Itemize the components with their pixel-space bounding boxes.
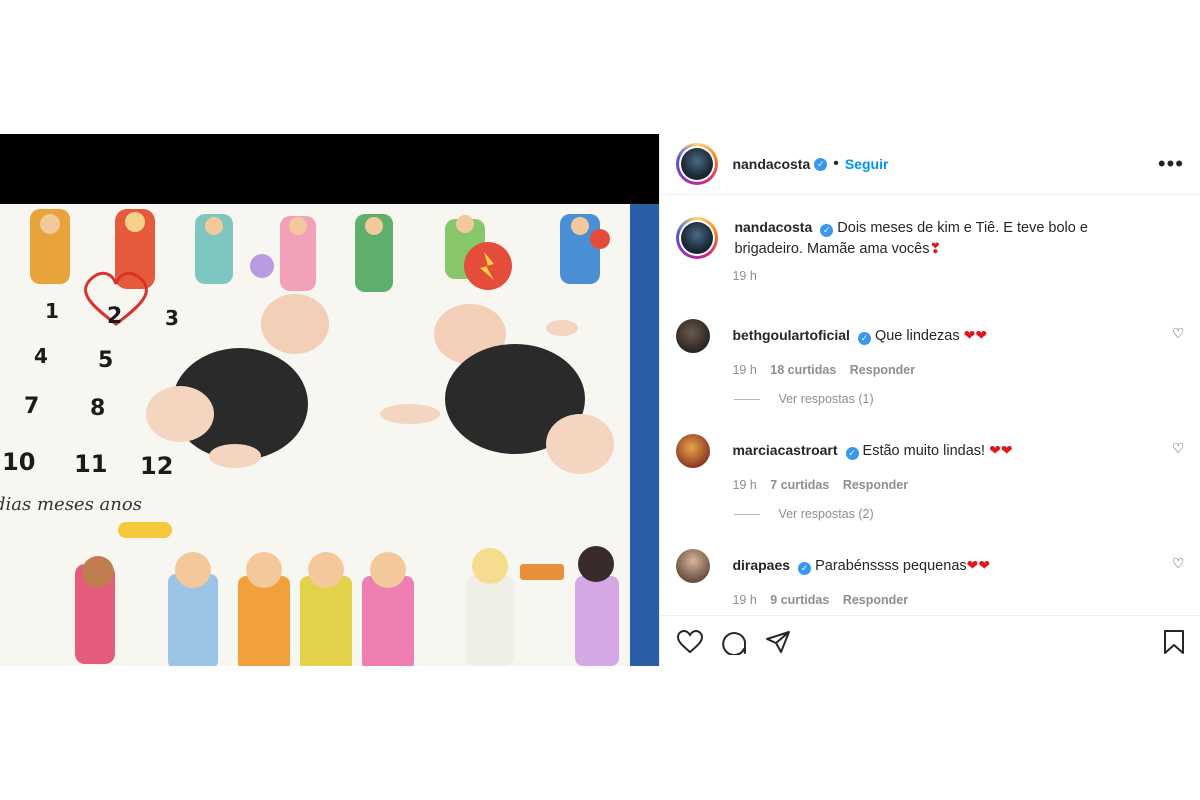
comment-username[interactable]: bethgoulartoficial	[732, 327, 849, 343]
follow-button[interactable]: Seguir	[845, 156, 889, 172]
replies-line	[734, 513, 761, 515]
author-username[interactable]: nandacosta	[732, 156, 810, 172]
photo-number: 2	[107, 304, 123, 329]
photo-number: 4	[34, 344, 48, 368]
author-avatar[interactable]	[676, 143, 719, 185]
verified-icon: ✓	[857, 332, 871, 345]
comment-item: bethgoulartoficial ✓ Que lindezas ❤❤ ♡ 19…	[676, 319, 1184, 377]
photo-number: 3	[165, 306, 179, 330]
caption-emoji: ❣	[929, 240, 942, 256]
comment-likes[interactable]: 18 curtidas	[770, 363, 836, 377]
comment-text: Parabénssss pequenas	[815, 558, 967, 574]
comment-likes[interactable]: 7 curtidas	[770, 478, 829, 492]
comment-likes[interactable]: 9 curtidas	[770, 593, 829, 607]
photo-number: 1	[45, 299, 59, 323]
view-replies-label: Ver respostas (1)	[778, 392, 874, 406]
comment-like-icon[interactable]: ♡	[1172, 325, 1185, 342]
comment-meta: 19 h 9 curtidas Responder	[732, 593, 1184, 607]
comment-time[interactable]: 19 h	[732, 363, 756, 377]
comment-time[interactable]: 19 h	[732, 478, 756, 492]
comment-meta: 19 h 18 curtidas Responder	[732, 363, 1184, 377]
comment-emoji: ❤❤	[989, 442, 1013, 458]
comment-item: marciacastroart ✓ Estão muito lindas! ❤❤ …	[676, 434, 1184, 492]
photo-illustrations	[30, 209, 619, 666]
commenter-avatar[interactable]	[676, 549, 711, 583]
comment-like-icon[interactable]: ♡	[1172, 555, 1185, 572]
commenter-avatar[interactable]	[676, 434, 711, 468]
verified-icon: ✓	[798, 562, 812, 575]
share-icon[interactable]	[764, 628, 792, 656]
photo-number: 5	[98, 348, 114, 373]
comment-like-icon[interactable]: ♡	[1172, 440, 1185, 457]
replies-line	[734, 398, 761, 400]
post-container: 1 2 3 4 5 7 8 10 11 12 dias meses anos n…	[0, 134, 1200, 666]
comment-meta: 19 h 7 curtidas Responder	[732, 478, 1184, 492]
verified-icon: ✓	[820, 224, 834, 237]
reply-button[interactable]: Responder	[850, 363, 915, 377]
view-replies-button[interactable]: Ver respostas (1)	[734, 392, 874, 406]
comment-emoji: ❤❤	[963, 327, 988, 343]
commenter-avatar[interactable]	[676, 319, 711, 353]
like-icon[interactable]	[676, 628, 704, 656]
comment-emoji: ❤❤	[966, 557, 991, 573]
reply-button[interactable]: Responder	[843, 593, 908, 607]
more-icon[interactable]: •••	[1158, 151, 1184, 177]
caption-time[interactable]: 19 h	[732, 269, 756, 283]
comment-text: Estão muito lindas!	[862, 443, 986, 459]
post-header: nandacosta ✓ • Seguir •••	[660, 134, 1200, 195]
photo-number: 11	[74, 450, 108, 478]
post-actions	[660, 615, 1200, 667]
comment-username[interactable]: dirapaes	[732, 557, 790, 573]
comments-list[interactable]: nandacosta ✓ Dois meses de kim e Tiê. E t…	[660, 195, 1200, 615]
save-icon[interactable]	[1160, 628, 1188, 656]
photo-number: 8	[90, 396, 106, 421]
photo-number: 12	[140, 452, 174, 480]
reply-button[interactable]: Responder	[843, 478, 908, 492]
photo-script-text: dias meses anos	[0, 494, 142, 515]
caption-avatar[interactable]	[676, 217, 719, 259]
comment-icon[interactable]	[720, 628, 748, 656]
post-media[interactable]: 1 2 3 4 5 7 8 10 11 12 dias meses anos	[0, 134, 660, 666]
comment-item: dirapaes ✓ Parabénssss pequenas❤❤ ♡ 19 h …	[676, 549, 1184, 607]
photo-number: 7	[24, 394, 40, 419]
comment-username[interactable]: marciacastroart	[732, 442, 837, 458]
view-replies-label: Ver respostas (2)	[778, 507, 874, 521]
comment-text: Que lindezas	[874, 328, 960, 344]
photo-number: 10	[2, 448, 36, 476]
comment-time[interactable]: 19 h	[732, 593, 756, 607]
photo-edge	[630, 204, 660, 666]
caption-username[interactable]: nandacosta	[734, 219, 812, 235]
post-side-panel: nandacosta ✓ • Seguir ••• nandacosta ✓ Do…	[659, 134, 1200, 666]
separator-dot: •	[833, 155, 839, 172]
view-replies-button[interactable]: Ver respostas (2)	[734, 507, 874, 521]
post-caption: nandacosta ✓ Dois meses de kim e Tiê. E t…	[676, 217, 1184, 283]
post-photo: 1 2 3 4 5 7 8 10 11 12 dias meses anos	[0, 204, 660, 666]
verified-icon: ✓	[814, 157, 828, 171]
verified-icon: ✓	[845, 447, 859, 460]
caption-meta: 19 h	[732, 269, 1184, 283]
